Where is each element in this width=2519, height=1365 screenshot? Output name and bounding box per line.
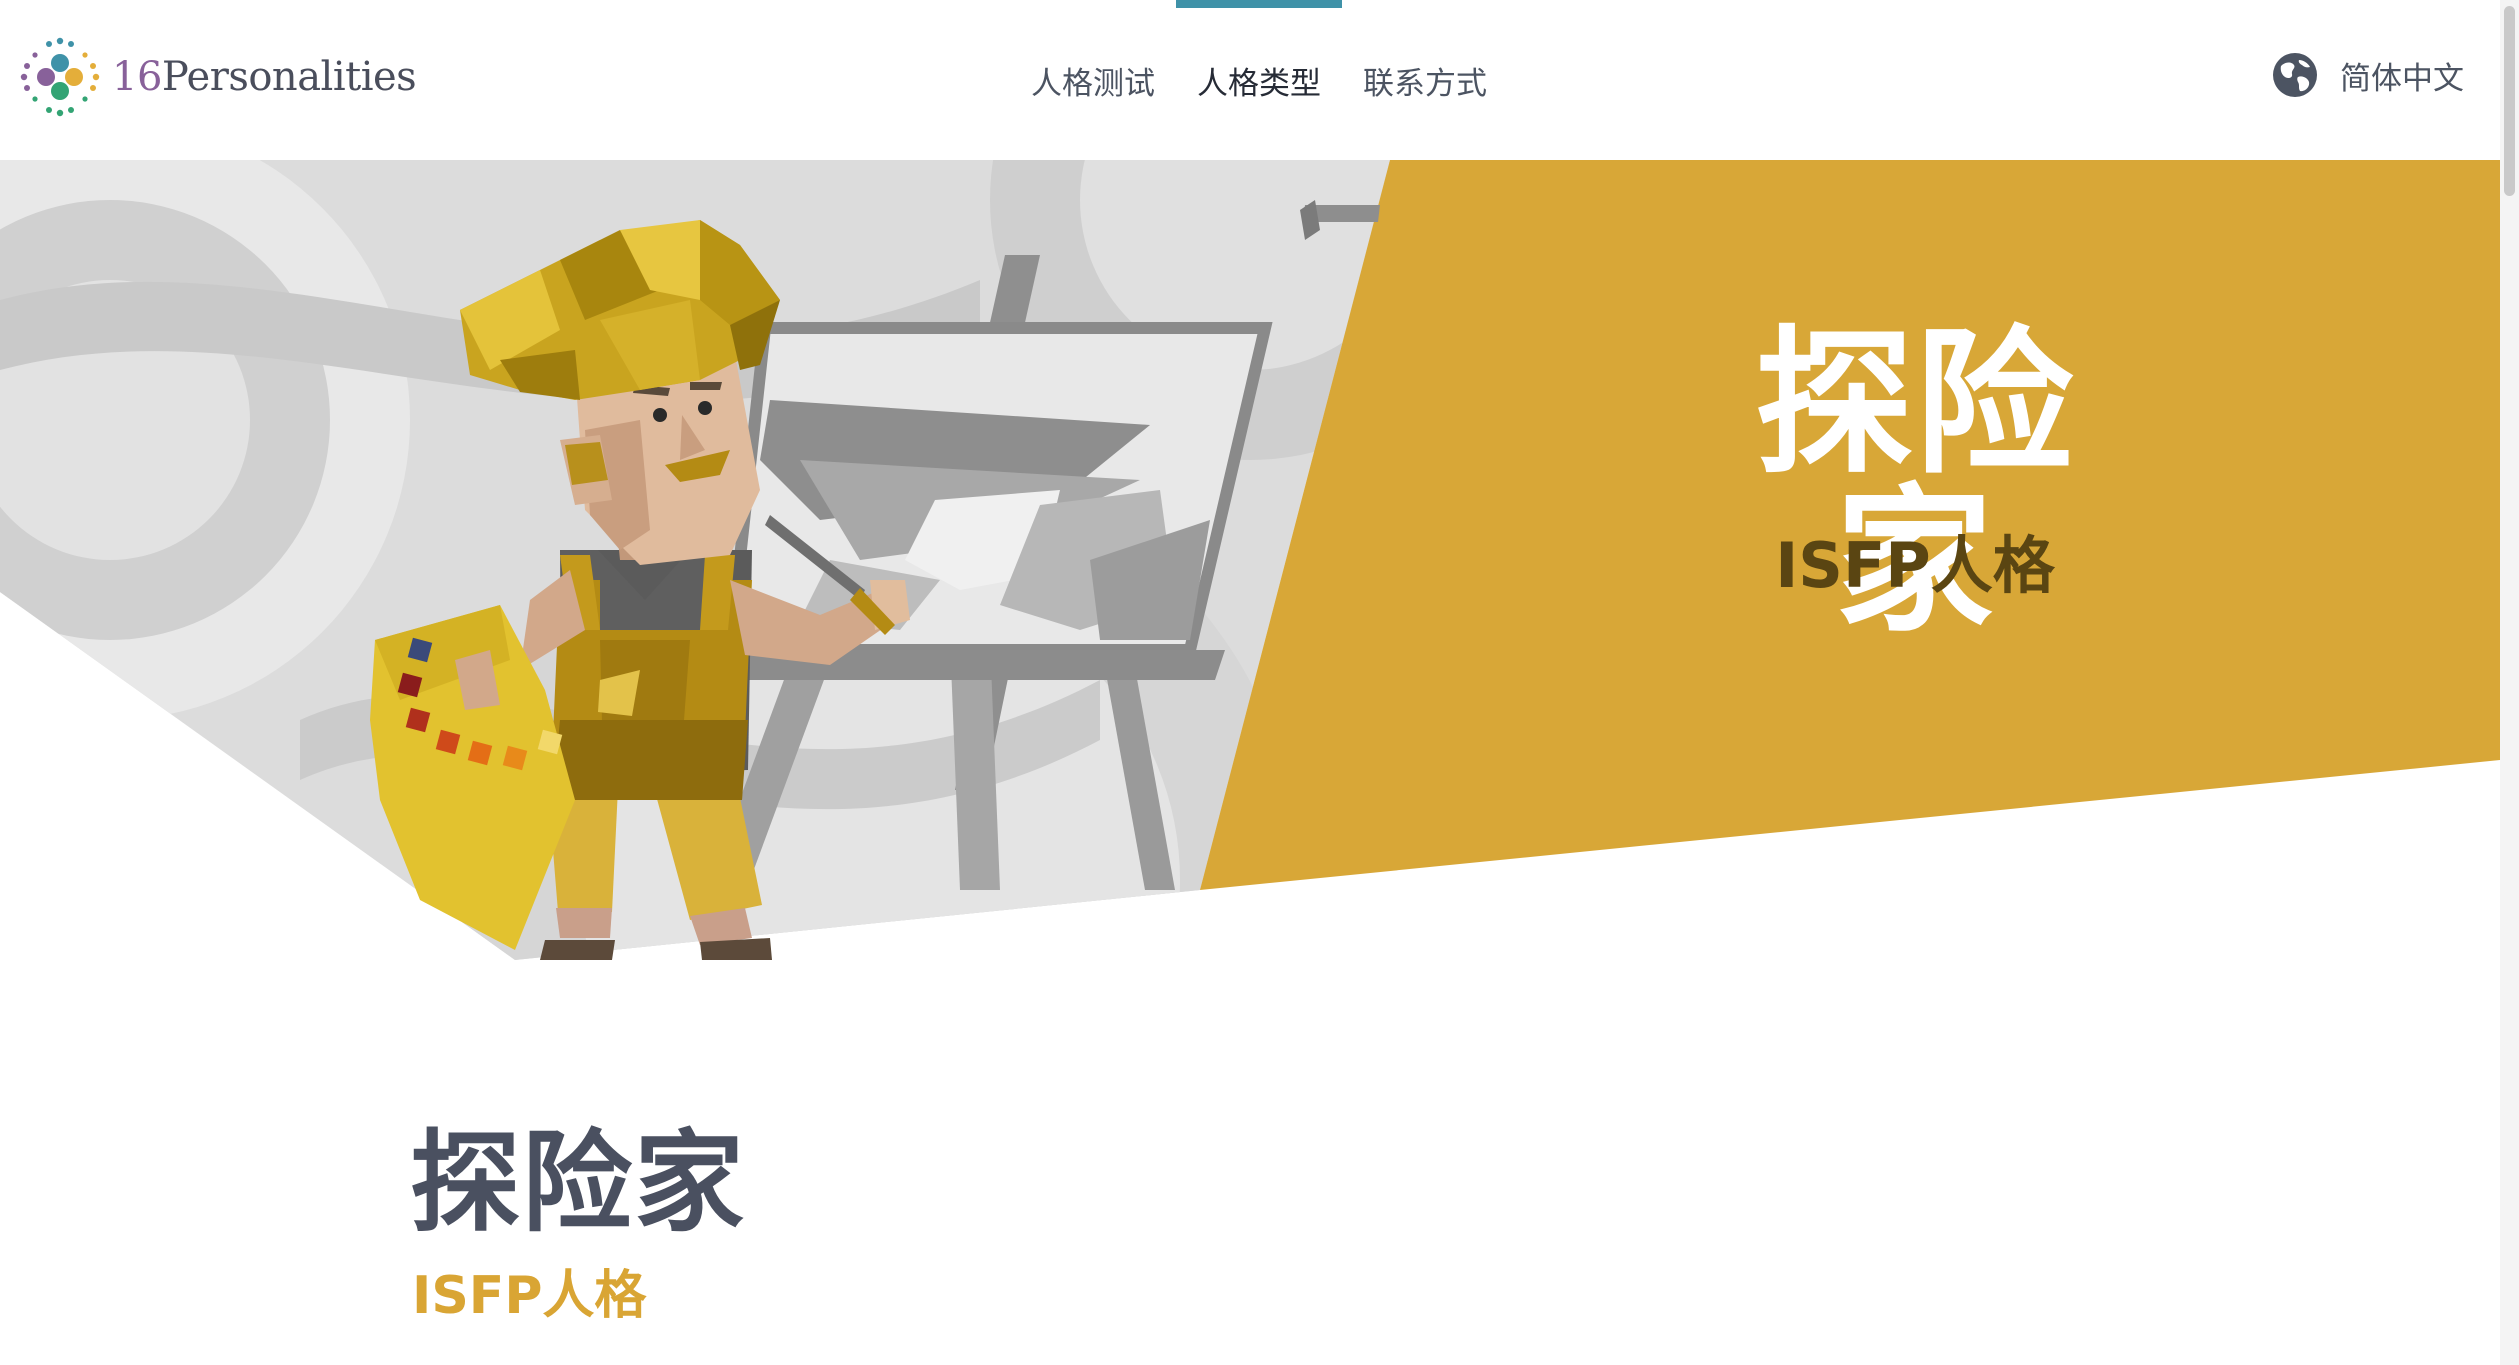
page-subtitle: ISFP人格 (412, 1266, 647, 1326)
main-nav: 人格测试 人格类型 联系方式 (1010, 0, 1508, 160)
logo-dots-icon (20, 37, 100, 117)
hero-banner: 探险家 ISFP人格 (0, 160, 2500, 960)
nav-item-personality-test[interactable]: 人格测试 (1010, 0, 1176, 160)
logo-word: Personalities (161, 54, 417, 100)
hero-subtitle: ISFP人格 (1775, 529, 2055, 602)
site-header: 16Personalities 人格测试 人格类型 联系方式 简体中文 (0, 0, 2500, 160)
site-logo[interactable]: 16Personalities (18, 32, 417, 122)
nav-item-contact[interactable]: 联系方式 (1342, 0, 1508, 160)
page-title: 探险家 (410, 1119, 746, 1247)
language-label: 简体中文 (2340, 60, 2464, 97)
globe-icon (2273, 53, 2317, 97)
logo-number: 16 (112, 54, 162, 100)
language-selector[interactable]: 简体中文 (2272, 52, 2464, 98)
page-scrollbar[interactable] (2500, 0, 2519, 1365)
scrollbar-thumb[interactable] (2504, 6, 2515, 196)
nav-item-personality-types[interactable]: 人格类型 (1176, 0, 1342, 160)
logo-wordmark: 16Personalities (112, 54, 417, 100)
